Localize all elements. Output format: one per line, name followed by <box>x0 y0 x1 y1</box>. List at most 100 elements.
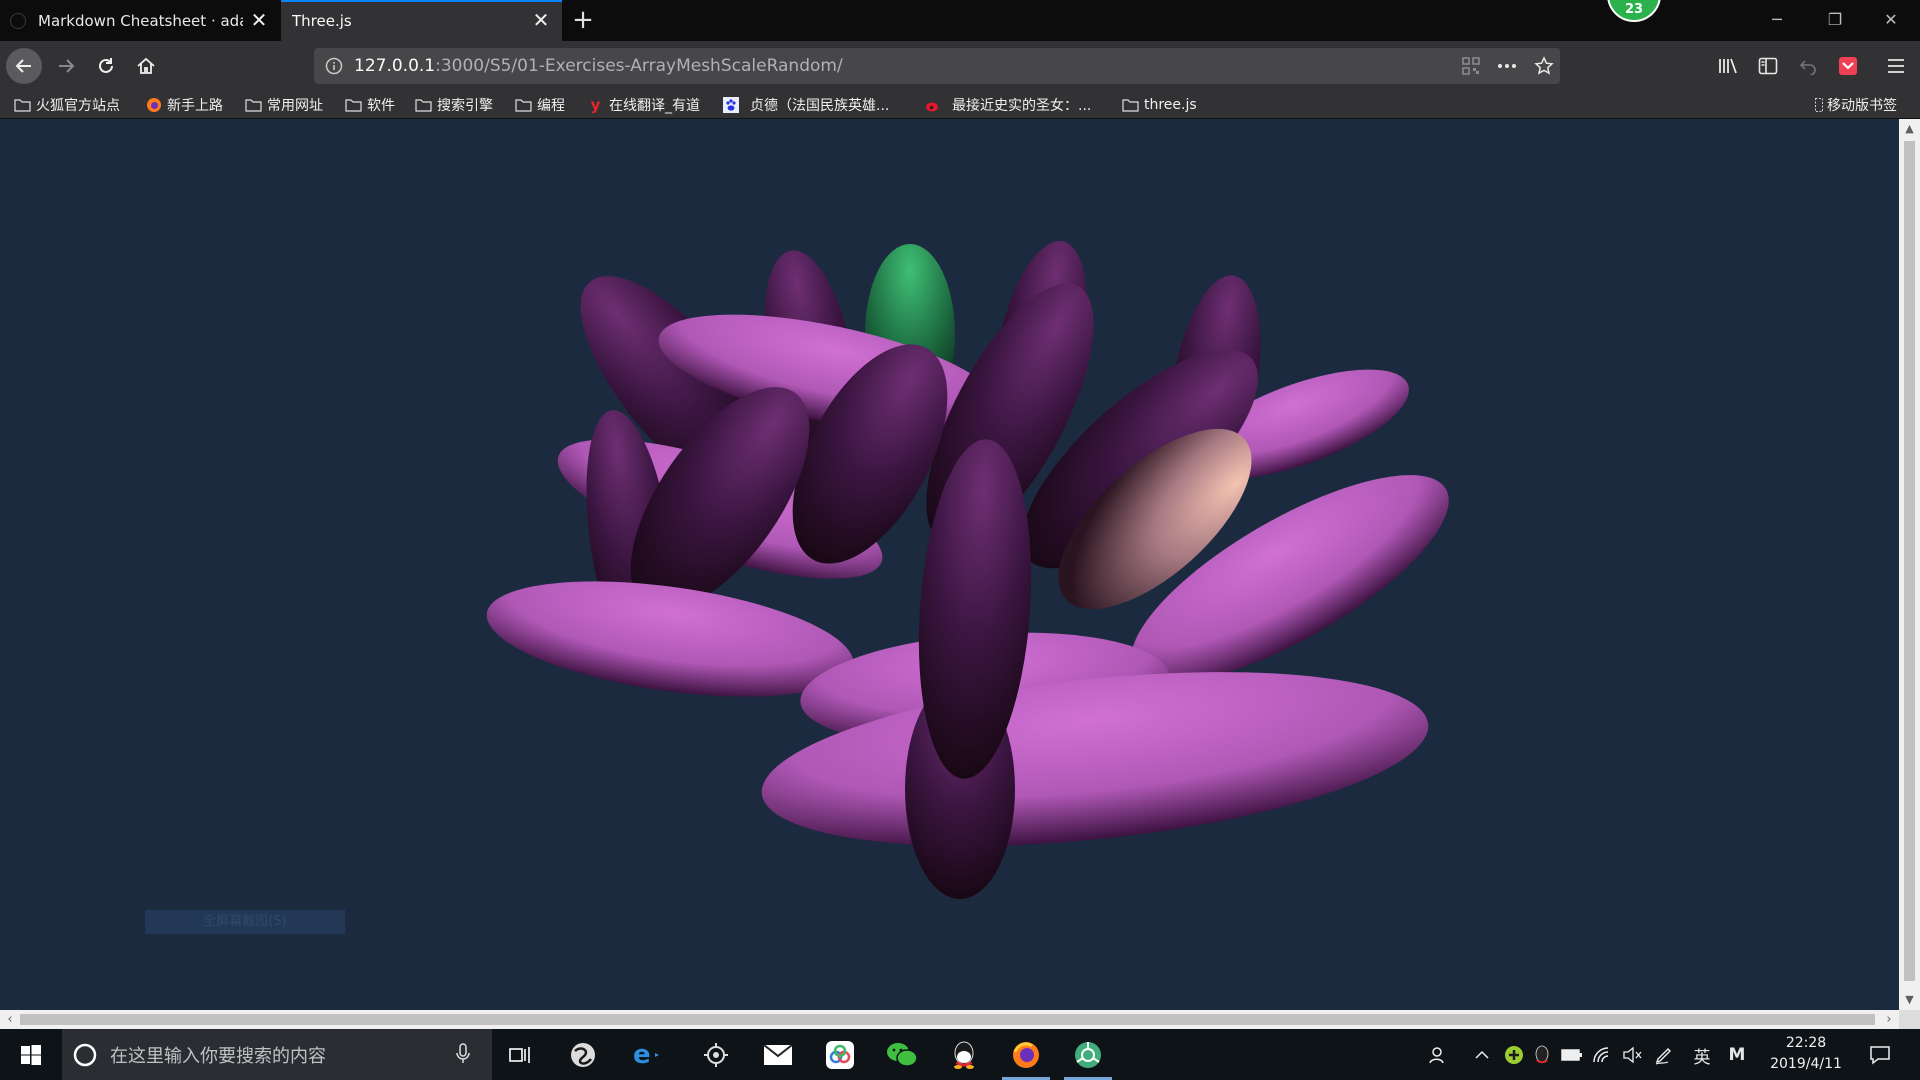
input-language[interactable]: 英 <box>1690 1043 1714 1068</box>
tab-threejs[interactable]: Three.js ✕ <box>281 0 562 41</box>
scroll-right-icon[interactable]: › <box>1879 1010 1899 1029</box>
reload-button[interactable] <box>88 48 124 84</box>
microphone-icon[interactable] <box>455 1043 471 1065</box>
restore-icon[interactable]: ❐ <box>1812 4 1858 36</box>
bookmark-item[interactable]: 火狐官方站点 <box>14 95 120 115</box>
back-button[interactable] <box>6 48 42 84</box>
qr-code-icon[interactable] <box>1462 57 1480 75</box>
show-hidden-icons-icon[interactable] <box>1470 1043 1494 1067</box>
forward-button[interactable] <box>48 48 84 84</box>
folder-icon <box>14 97 31 114</box>
volume-muted-icon[interactable] <box>1620 1043 1644 1067</box>
folder-icon <box>345 97 362 114</box>
bookmark-item[interactable]: 新手上路 <box>145 95 223 115</box>
start-button[interactable] <box>0 1029 62 1080</box>
clock-date: 2019/4/11 <box>1770 1056 1842 1072</box>
tab-markdown-cheatsheet[interactable]: Markdown Cheatsheet · adam-p/markdown-he… <box>0 0 280 41</box>
bookmark-item[interactable]: 搜索引擎 <box>415 95 493 115</box>
horizontal-scrollbar[interactable]: ‹ › <box>0 1010 1899 1029</box>
people-icon[interactable] <box>1426 1043 1450 1067</box>
notification-badge[interactable]: 23 <box>1607 0 1661 22</box>
ime-mode[interactable]: M <box>1725 1043 1749 1067</box>
threejs-canvas[interactable] <box>0 119 1899 1010</box>
bookmark-item[interactable]: 最接近史实的圣女：... <box>924 95 1091 115</box>
mobile-bookmarks[interactable]: 移动版书签 <box>1814 95 1897 115</box>
wifi-icon[interactable] <box>1590 1043 1614 1067</box>
scrollbar-thumb[interactable] <box>1904 141 1915 981</box>
folder-icon <box>1122 97 1139 114</box>
bookmark-item[interactable]: 常用网址 <box>245 95 323 115</box>
github-favicon-icon <box>10 12 26 29</box>
bookmarks-toolbar: 火狐官方站点 新手上路 常用网址 软件 搜索引擎 编程 y 在线翻译_有道 贞德… <box>0 91 1920 119</box>
pocket-button[interactable] <box>1830 48 1866 84</box>
menu-button[interactable] <box>1878 48 1914 84</box>
library-icon <box>1719 58 1737 74</box>
url-bar[interactable]: 127.0.0.1:3000/S5/01-Exercises-ArrayMesh… <box>314 48 1560 84</box>
youdao-icon: y <box>590 96 601 114</box>
taskbar-search[interactable]: 在这里输入你要搜索的内容 <box>62 1029 492 1080</box>
undo-icon <box>1799 60 1816 75</box>
notifications-icon[interactable] <box>1868 1043 1892 1067</box>
close-tab-icon[interactable]: ✕ <box>532 10 550 30</box>
scroll-left-icon[interactable]: ‹ <box>0 1010 20 1029</box>
scroll-down-icon[interactable]: ▼ <box>1899 990 1920 1010</box>
new-tab-button[interactable]: + <box>568 5 598 35</box>
app-swirl-icon[interactable] <box>565 1037 601 1073</box>
firefox-icon <box>145 97 162 114</box>
svg-text:e: e <box>633 1041 651 1069</box>
home-button[interactable] <box>128 48 164 84</box>
folder-icon <box>245 97 262 114</box>
pocket-icon <box>1839 57 1857 75</box>
pen-icon[interactable] <box>1652 1043 1676 1067</box>
baidu-netdisk-icon[interactable] <box>822 1037 858 1073</box>
bookmark-item[interactable]: 编程 <box>515 95 565 115</box>
plus-security-icon[interactable] <box>1502 1043 1526 1067</box>
reload-icon <box>99 58 113 73</box>
wechat-icon[interactable] <box>884 1037 920 1073</box>
sidebar-button[interactable] <box>1750 48 1786 84</box>
qq-tray-icon[interactable] <box>1530 1043 1554 1067</box>
bookmark-item[interactable]: 贞德（法国民族英雄... <box>722 95 889 115</box>
close-icon[interactable]: ✕ <box>1868 4 1914 36</box>
clock-time: 22:28 <box>1785 1035 1827 1051</box>
baidu-icon <box>722 97 739 114</box>
folder-icon <box>415 97 432 114</box>
scrollbar-thumb[interactable] <box>20 1014 1875 1025</box>
folder-icon <box>515 97 532 114</box>
bookmark-item[interactable]: y 在线翻译_有道 <box>587 95 700 115</box>
arrow-left-icon <box>15 59 31 73</box>
bookmark-star-icon[interactable] <box>1534 56 1554 76</box>
bookmark-item[interactable]: three.js <box>1122 95 1197 115</box>
ie-icon[interactable]: e <box>628 1037 664 1073</box>
undo-close-tab-button[interactable] <box>1790 48 1826 84</box>
close-tab-icon[interactable]: ✕ <box>250 10 268 30</box>
tab-strip: Markdown Cheatsheet · adam-p/markdown-he… <box>0 0 1920 41</box>
screenshot-button[interactable]: 全屏幕截图(S) <box>145 910 345 934</box>
qq-icon[interactable] <box>946 1037 982 1073</box>
site-info-icon[interactable] <box>314 57 354 75</box>
navigation-toolbar: 127.0.0.1:3000/S5/01-Exercises-ArrayMesh… <box>0 41 1920 91</box>
page-actions-icon[interactable] <box>1496 57 1518 75</box>
chrome-like-icon[interactable] <box>1064 1037 1112 1080</box>
minimize-icon[interactable]: ─ <box>1754 4 1800 36</box>
windows-taskbar: 在这里输入你要搜索的内容 e 英 M 22:28 2019/4/11 <box>0 1029 1920 1080</box>
weibo-icon <box>924 97 941 114</box>
sidebar-icon <box>1758 57 1778 75</box>
scrollbar-corner <box>1899 1010 1920 1029</box>
tab-title: Markdown Cheatsheet · adam-p/markdown-he… <box>38 11 243 30</box>
scroll-up-icon[interactable]: ▲ <box>1899 119 1920 139</box>
library-button[interactable] <box>1710 48 1746 84</box>
bookmark-item[interactable]: 软件 <box>345 95 395 115</box>
tab-title: Three.js <box>292 11 352 30</box>
system-clock[interactable]: 22:28 2019/4/11 <box>1760 1033 1852 1075</box>
battery-icon[interactable] <box>1560 1043 1584 1067</box>
settings-app-icon[interactable] <box>698 1037 734 1073</box>
ellipsoid-cluster <box>486 241 1449 899</box>
vertical-scrollbar[interactable]: ▲ ▼ <box>1899 119 1920 1010</box>
home-icon <box>137 57 155 74</box>
mail-icon[interactable] <box>760 1037 796 1073</box>
firefox-icon[interactable] <box>1002 1037 1050 1080</box>
url-text[interactable]: 127.0.0.1:3000/S5/01-Exercises-ArrayMesh… <box>354 56 843 76</box>
cortana-icon <box>73 1043 97 1066</box>
task-view-icon[interactable] <box>502 1037 538 1073</box>
